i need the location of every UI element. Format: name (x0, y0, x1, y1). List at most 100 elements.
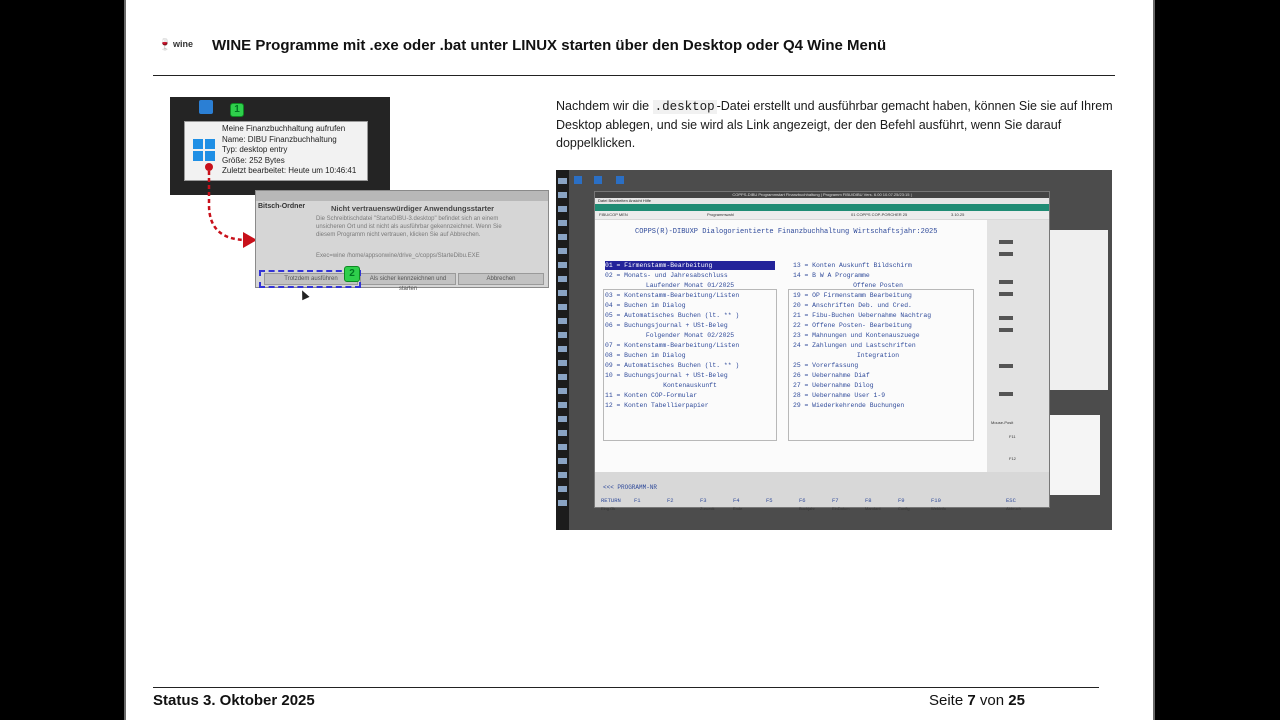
dock-app-icon[interactable] (558, 486, 567, 492)
body-paragraph: Nachdem wir die .desktop -Datei erstellt … (556, 97, 1141, 152)
fkey-button[interactable]: F7 (832, 497, 839, 504)
fkey-button[interactable]: ESC (1006, 497, 1016, 504)
fkey-button[interactable]: F10 (931, 497, 941, 504)
menu-item[interactable]: 19 = OP Firmenstamm Bearbeitung (793, 291, 912, 300)
menu-item[interactable]: 14 = B W A Programme (793, 271, 870, 280)
menu-item[interactable]: 02 = Monats- und Jahresabschluss (605, 271, 728, 280)
panel-button[interactable] (999, 316, 1013, 320)
fkey-button[interactable]: F2 (667, 497, 674, 504)
info-bar: FIBU/COP MEN Programmwahl 01 COPPS COP-P… (595, 211, 1049, 219)
panel-button[interactable] (999, 252, 1013, 256)
f11-button[interactable]: F11 (1009, 434, 1016, 439)
menu-item[interactable]: 09 = Automatisches Buchen (lt. ** ) (605, 361, 739, 370)
menu-section-header: Kontenauskunft (663, 382, 717, 389)
dock-app-icon[interactable] (558, 262, 567, 268)
menu-item[interactable]: 07 = Kontenstamm-Bearbeitung/Listen (605, 341, 739, 350)
dock-app-icon[interactable] (558, 220, 567, 226)
tooltip-line: Meine Finanzbuchhaltung aufrufen (222, 124, 346, 133)
logo-text: wine (173, 39, 194, 49)
page-number: Seite 7 von 25 (929, 692, 1025, 709)
mark-trusted-button[interactable]: Als sicher kennzeichnen und starten (360, 273, 456, 292)
fkey-label: EinDatum (832, 506, 850, 511)
dock-app-icon[interactable] (558, 332, 567, 338)
dock-app-icon[interactable] (558, 304, 567, 310)
dock-app-icon[interactable] (558, 388, 567, 394)
menu-item[interactable]: 01 = Firmenstamm-Bearbeitung (605, 261, 775, 270)
fkey-label: WebInfo (931, 506, 946, 511)
dock-app-icon[interactable] (558, 248, 567, 254)
fkey-button[interactable]: F8 (865, 497, 872, 504)
menu-item[interactable]: 03 = Kontenstamm-Bearbeitung/Listen (605, 291, 739, 300)
menu-item[interactable]: 29 = Wiederkehrende Buchungen (793, 401, 904, 410)
fkey-button[interactable]: F3 (700, 497, 707, 504)
fkey-button[interactable]: RETURN (601, 497, 621, 504)
menu-item[interactable]: 26 = Uebernahme Diaf (793, 371, 870, 380)
menu-section-header: Offene Posten (853, 282, 903, 289)
fkey-button[interactable]: F5 (766, 497, 773, 504)
dock-app-icon[interactable] (558, 430, 567, 436)
menu-item[interactable]: 22 = Offene Posten- Bearbeitung (793, 321, 912, 330)
menu-item[interactable]: 13 = Konten Auskunft Bildschirm (793, 261, 912, 270)
menu-item[interactable]: 28 = Uebernahme User 1-9 (793, 391, 885, 400)
dock-app-icon[interactable] (558, 472, 567, 478)
fkey-button[interactable]: F9 (898, 497, 905, 504)
menu-item[interactable]: 11 = Konten COP-Formular (605, 391, 697, 400)
dock-app-icon[interactable] (558, 416, 567, 422)
fkey-button[interactable]: F4 (733, 497, 740, 504)
cancel-button[interactable]: Abbrechen (458, 273, 544, 285)
menu-item[interactable]: 23 = Mahnungen und Kontenauszuege (793, 331, 920, 340)
panel-button[interactable] (999, 292, 1013, 296)
fkey-label: Mandant (865, 506, 881, 511)
menu-item[interactable]: 24 = Zahlungen und Lastschriften (793, 341, 916, 350)
menu-item[interactable]: 06 = Buchungsjournal + USt-Beleg (605, 321, 728, 330)
program-prompt[interactable]: <<< PROGRAMM-NR (603, 484, 657, 491)
dock-app-icon[interactable] (558, 374, 567, 380)
menu-item[interactable]: 10 = Buchungsjournal + USt-Beleg (605, 371, 728, 380)
dock-app-icon[interactable] (558, 458, 567, 464)
dock-app-icon[interactable] (558, 276, 567, 282)
menu-item[interactable]: 08 = Buchen im Dialog (605, 351, 686, 360)
green-bar (595, 204, 1049, 211)
dock-app-icon[interactable] (558, 402, 567, 408)
menu-item[interactable]: 20 = Anschriften Deb. und Cred. (793, 301, 912, 310)
menu-section-header: Laufender Monat 01/2025 (645, 282, 735, 289)
menu-item[interactable]: 21 = Fibu-Buchen Uebernahme Nachtrag (793, 311, 931, 320)
dock-app-icon[interactable] (558, 234, 567, 240)
panel-button[interactable] (999, 392, 1013, 396)
dock-app-icon[interactable] (558, 192, 567, 198)
f12-button[interactable]: F12 (1009, 456, 1016, 461)
dock-app-icon[interactable] (558, 290, 567, 296)
panel-button[interactable] (999, 364, 1013, 368)
info-3: 01 COPPS COP-PORCHER 25 (851, 212, 908, 217)
para-code: .desktop (652, 100, 717, 114)
fkey-button[interactable]: F1 (634, 497, 641, 504)
info-2: Programmwahl (707, 212, 734, 217)
page-mid: von (975, 692, 1009, 709)
dock-app-icon[interactable] (558, 178, 567, 184)
menu-title: COPPS(R)-DIBUXP Dialogorientierte Finanz… (635, 228, 938, 236)
menu-item[interactable]: 25 = Vorerfassung (793, 361, 858, 370)
dock-app-icon[interactable] (558, 346, 567, 352)
fkey-button[interactable]: F6 (799, 497, 806, 504)
dock-app-icon[interactable] (558, 444, 567, 450)
dock-app-icon[interactable] (558, 360, 567, 366)
fkey-label: Abbruch (1006, 506, 1021, 511)
panel-button[interactable] (999, 280, 1013, 284)
panel-button[interactable] (999, 328, 1013, 332)
wine-glass-icon: 🍷 (158, 39, 172, 51)
menu-item[interactable]: 05 = Automatisches Buchen (lt. ** ) (605, 311, 739, 320)
windows-logo-icon (193, 139, 215, 161)
footer-divider (153, 687, 1099, 688)
menu-item[interactable]: 04 = Buchen im Dialog (605, 301, 686, 310)
page-edge-left (124, 0, 126, 720)
dock-app-icon[interactable] (558, 206, 567, 212)
page-total: 25 (1008, 692, 1025, 709)
dialog-body: Die Schreibtischdatei "StarteDIBU-3.desk… (316, 216, 502, 238)
dock-app-icon[interactable] (558, 318, 567, 324)
dock-app-icon[interactable] (558, 500, 567, 506)
menu-item[interactable]: 12 = Konten Tabellierpapier (605, 401, 709, 410)
desktop-file-icon (199, 100, 213, 114)
panel-button[interactable] (999, 240, 1013, 244)
info-4: 3.10.25 (951, 212, 965, 217)
menu-item[interactable]: 27 = Uebernahme Dilog (793, 381, 874, 390)
